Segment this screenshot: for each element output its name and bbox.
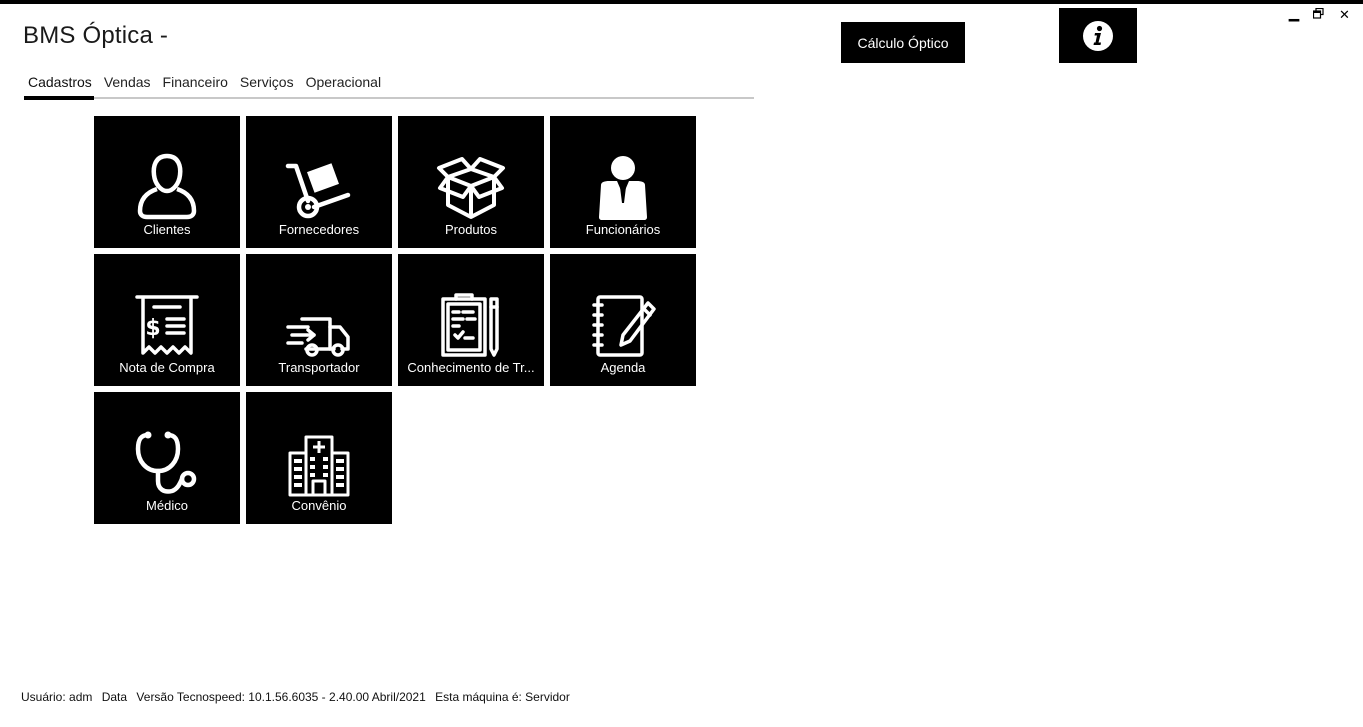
tab-vendas[interactable]: Vendas xyxy=(100,74,155,96)
tile-label: Médico xyxy=(146,498,188,513)
tabs-divider xyxy=(24,97,754,99)
user-icon xyxy=(137,153,197,220)
tile-clientes[interactable]: Clientes xyxy=(94,116,240,248)
stethoscope-icon xyxy=(135,431,197,494)
box-icon xyxy=(437,157,505,219)
status-bar: Usuário: adm Data Versão Tecnospeed: 10.… xyxy=(21,690,576,704)
tab-servicos[interactable]: Serviços xyxy=(236,74,298,96)
tile-label: Agenda xyxy=(600,360,646,375)
tab-cadastros[interactable]: Cadastros xyxy=(24,74,96,96)
tile-label: Conhecimento de Tr... xyxy=(407,360,535,375)
tile-produtos[interactable]: Produtos xyxy=(398,116,544,248)
app-title: BMS Óptica - xyxy=(23,22,169,49)
svg-text:$: $ xyxy=(145,316,160,341)
close-button[interactable]: ✕ xyxy=(1339,7,1350,23)
status-data: Data xyxy=(101,690,128,704)
tile-conhecimento-de-transporte[interactable]: Conhecimento de Tr... xyxy=(398,254,544,386)
hand-truck-icon xyxy=(285,163,351,219)
delivery-truck-icon xyxy=(286,317,350,357)
status-versao: Versão Tecnospeed: 10.1.56.6035 - 2.40.0… xyxy=(136,690,426,704)
active-tab-indicator xyxy=(24,96,94,100)
minimize-button[interactable]: ▁ xyxy=(1289,6,1299,22)
tile-fornecedores[interactable]: Fornecedores xyxy=(246,116,392,248)
tile-funcionarios[interactable]: Funcionários xyxy=(550,116,696,248)
tile-convenio[interactable]: Convênio xyxy=(246,392,392,524)
tile-label: Funcionários xyxy=(585,222,661,237)
tab-financeiro[interactable]: Financeiro xyxy=(159,74,232,96)
tab-operacional[interactable]: Operacional xyxy=(302,74,386,96)
tile-medico[interactable]: Médico xyxy=(94,392,240,524)
info-icon xyxy=(1083,20,1113,51)
notebook-icon xyxy=(592,295,656,357)
tile-transportador[interactable]: Transportador xyxy=(246,254,392,386)
tile-label: Transportador xyxy=(278,360,360,375)
restore-button[interactable] xyxy=(1312,7,1324,23)
main-tabs: Cadastros Vendas Financeiro Serviços Ope… xyxy=(24,74,389,96)
window-top-border xyxy=(0,0,1363,4)
tile-label: Fornecedores xyxy=(278,222,360,237)
receipt-icon: $ xyxy=(135,295,199,355)
status-usuario: Usuário: adm xyxy=(21,690,93,704)
calculo-optico-button[interactable]: Cálculo Óptico xyxy=(841,22,965,63)
clipboard-icon xyxy=(441,293,499,357)
tile-agenda[interactable]: Agenda xyxy=(550,254,696,386)
tile-label: Convênio xyxy=(291,498,347,513)
tile-nota-de-compra[interactable]: $ Nota de Compra xyxy=(94,254,240,386)
hospital-icon xyxy=(288,435,350,497)
tile-label: Clientes xyxy=(143,222,191,237)
restore-icon xyxy=(1312,7,1324,19)
tile-label: Nota de Compra xyxy=(119,360,215,375)
tile-label: Produtos xyxy=(444,222,498,237)
info-button[interactable] xyxy=(1059,8,1137,63)
status-maquina: Esta máquina é: Servidor xyxy=(435,690,570,704)
employee-icon xyxy=(599,156,647,220)
